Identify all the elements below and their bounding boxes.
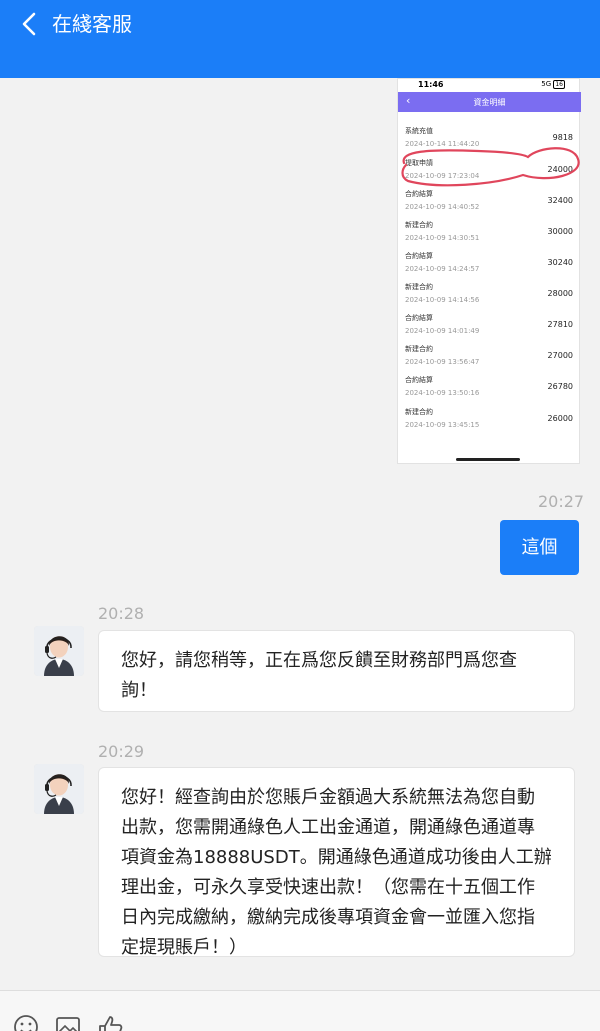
message-line: 您好！經查詢由於您賬戶金額過大系統無法為您自動	[121, 787, 535, 808]
shot-row: 合約結算 2024-10-09 14:24:57 30240	[398, 251, 581, 282]
shot-row-amount: 26000	[547, 414, 573, 423]
shot-row-amount: 26780	[547, 382, 573, 391]
home-indicator	[456, 458, 520, 461]
shot-row-name: 合約結算	[405, 314, 433, 322]
shot-title-bar: ‹ 資金明細	[398, 92, 581, 112]
shot-row-date: 2024-10-09 14:40:52	[405, 203, 480, 211]
shot-row-name: 合約結算	[405, 190, 433, 198]
message-line: 出款，您需開通綠色人工出金通道，開通綠色通道專	[121, 817, 535, 838]
shot-row-date: 2024-10-14 11:44:20	[405, 140, 480, 148]
image-icon[interactable]	[54, 1013, 82, 1031]
shot-row-name: 新建合約	[405, 221, 433, 229]
shot-row: 新建合約 2024-10-09 14:14:56 28000	[398, 282, 581, 313]
shot-row-name: 提取申請	[405, 159, 433, 167]
message-timestamp: 20:27	[538, 492, 585, 511]
shot-row-date: 2024-10-09 13:45:15	[405, 421, 480, 429]
shot-status-time: 11:46	[418, 80, 444, 89]
message-timestamp: 20:28	[98, 604, 145, 623]
shot-row-date: 2024-10-09 14:01:49	[405, 327, 480, 335]
shot-row-amount: 9818	[552, 133, 573, 142]
shot-row-date: 2024-10-09 17:23:04	[405, 172, 480, 180]
shot-row-amount: 30240	[547, 258, 573, 267]
message-line: 定提現賬戶！）	[121, 937, 247, 958]
shot-row-name: 新建合約	[405, 283, 433, 291]
page-title: 在綫客服	[52, 12, 132, 36]
message-list[interactable]: 11:46 5G 16 ‹ 資金明細 系統充值 2024-10-14 11:44…	[0, 78, 600, 990]
shot-row-name: 合約結算	[405, 252, 433, 260]
shot-row: 合約結算 2024-10-09 14:01:49 27810	[398, 313, 581, 344]
shot-status-bar: 11:46 5G 16	[398, 79, 581, 92]
shot-signal-label: 5G	[541, 80, 552, 88]
shot-row-date: 2024-10-09 14:24:57	[405, 265, 480, 273]
outgoing-message[interactable]: 這個	[500, 520, 579, 575]
shot-row: 新建合約 2024-10-09 13:45:15 26000	[398, 407, 581, 438]
message-line: 您好，請您稍等，正在爲您反饋至財務部門爲您查	[121, 650, 517, 671]
message-line: 項資金為18888USDT。開通綠色通道成功後由人工辦	[121, 847, 552, 868]
shot-row-name: 新建合約	[405, 408, 433, 416]
shot-row-amount: 30000	[547, 227, 573, 236]
message-line: 詢！	[121, 680, 157, 701]
incoming-message[interactable]: 您好，請您稍等，正在爲您反饋至財務部門爲您查 詢！	[98, 630, 575, 712]
agent-avatar-icon	[34, 764, 84, 814]
shot-row: 提取申請 2024-10-09 17:23:04 24000	[398, 158, 581, 189]
incoming-message[interactable]: 您好！經查詢由於您賬戶金額過大系統無法為您自動 出款，您需開通綠色人工出金通道，…	[98, 767, 575, 958]
shot-row-date: 2024-10-09 14:30:51	[405, 234, 480, 242]
shot-row: 新建合約 2024-10-09 14:30:51 30000	[398, 220, 581, 251]
message-timestamp: 20:29	[98, 742, 145, 761]
shot-row: 系統充值 2024-10-14 11:44:20 9818	[398, 126, 581, 157]
shot-row: 合約結算 2024-10-09 14:40:52 32400	[398, 189, 581, 220]
shot-row-amount: 24000	[547, 165, 573, 174]
shot-row-name: 合約結算	[405, 376, 433, 384]
app-header: 在綫客服	[0, 0, 600, 78]
shot-row: 合約結算 2024-10-09 13:50:16 26780	[398, 375, 581, 406]
shot-row: 新建合約 2024-10-09 13:56:47 27000	[398, 344, 581, 375]
message-line: 理出金，可永久享受快速出款！（您需在十五個工作	[121, 877, 535, 898]
shot-row-amount: 32400	[547, 196, 573, 205]
shot-row-amount: 27000	[547, 351, 573, 360]
avatar[interactable]	[34, 764, 84, 814]
shot-row-date: 2024-10-09 14:14:56	[405, 296, 480, 304]
agent-avatar-icon	[34, 626, 84, 676]
shot-row-name: 新建合約	[405, 345, 433, 353]
shot-title: 資金明細	[473, 98, 506, 107]
shot-row-date: 2024-10-09 13:56:47	[405, 358, 480, 366]
shot-battery-label: 16	[553, 80, 565, 89]
shot-row-name: 系統充值	[405, 127, 433, 135]
shot-row-amount: 28000	[547, 289, 573, 298]
chevron-left-icon[interactable]	[14, 8, 46, 40]
emoji-icon[interactable]	[12, 1013, 40, 1031]
message-line: 日內完成繳納，繳納完成後專項資金會一並匯入您指	[121, 907, 535, 928]
avatar[interactable]	[34, 626, 84, 676]
shot-row-date: 2024-10-09 13:50:16	[405, 389, 480, 397]
thumbs-up-icon[interactable]	[96, 1013, 124, 1031]
input-toolbar	[0, 990, 600, 1031]
shared-screenshot[interactable]: 11:46 5G 16 ‹ 資金明細 系統充值 2024-10-14 11:44…	[397, 78, 581, 464]
shot-row-amount: 27810	[547, 320, 573, 329]
